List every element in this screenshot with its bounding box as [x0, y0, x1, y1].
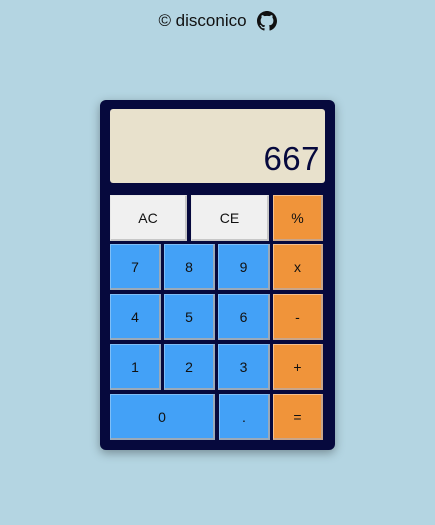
github-icon[interactable] [256, 11, 277, 31]
all-clear-button[interactable]: AC [110, 195, 187, 241]
zero-button[interactable]: 0 [110, 394, 215, 440]
six-button[interactable]: 6 [218, 294, 270, 340]
subtract-button[interactable]: - [273, 294, 323, 340]
percent-button[interactable]: % [273, 195, 323, 241]
seven-button[interactable]: 7 [110, 244, 161, 290]
decimal-button[interactable]: . [219, 394, 270, 440]
two-button[interactable]: 2 [164, 344, 215, 390]
three-button[interactable]: 3 [218, 344, 270, 390]
five-button[interactable]: 5 [164, 294, 215, 340]
equals-button[interactable]: = [273, 394, 323, 440]
nine-button[interactable]: 9 [218, 244, 270, 290]
credit-bar: © disconico [0, 11, 435, 31]
one-button[interactable]: 1 [110, 344, 161, 390]
calculator-display: 667 [110, 109, 325, 183]
four-button[interactable]: 4 [110, 294, 161, 340]
add-button[interactable]: + [273, 344, 323, 390]
display-value: 667 [263, 140, 320, 177]
clear-entry-button[interactable]: CE [191, 195, 269, 241]
credit-text: © disconico [158, 11, 247, 30]
multiply-button[interactable]: x [273, 244, 323, 290]
calculator: 667 AC CE % 7 8 9 x 4 5 6 - 1 2 3 + 0 . … [100, 100, 335, 450]
eight-button[interactable]: 8 [164, 244, 215, 290]
